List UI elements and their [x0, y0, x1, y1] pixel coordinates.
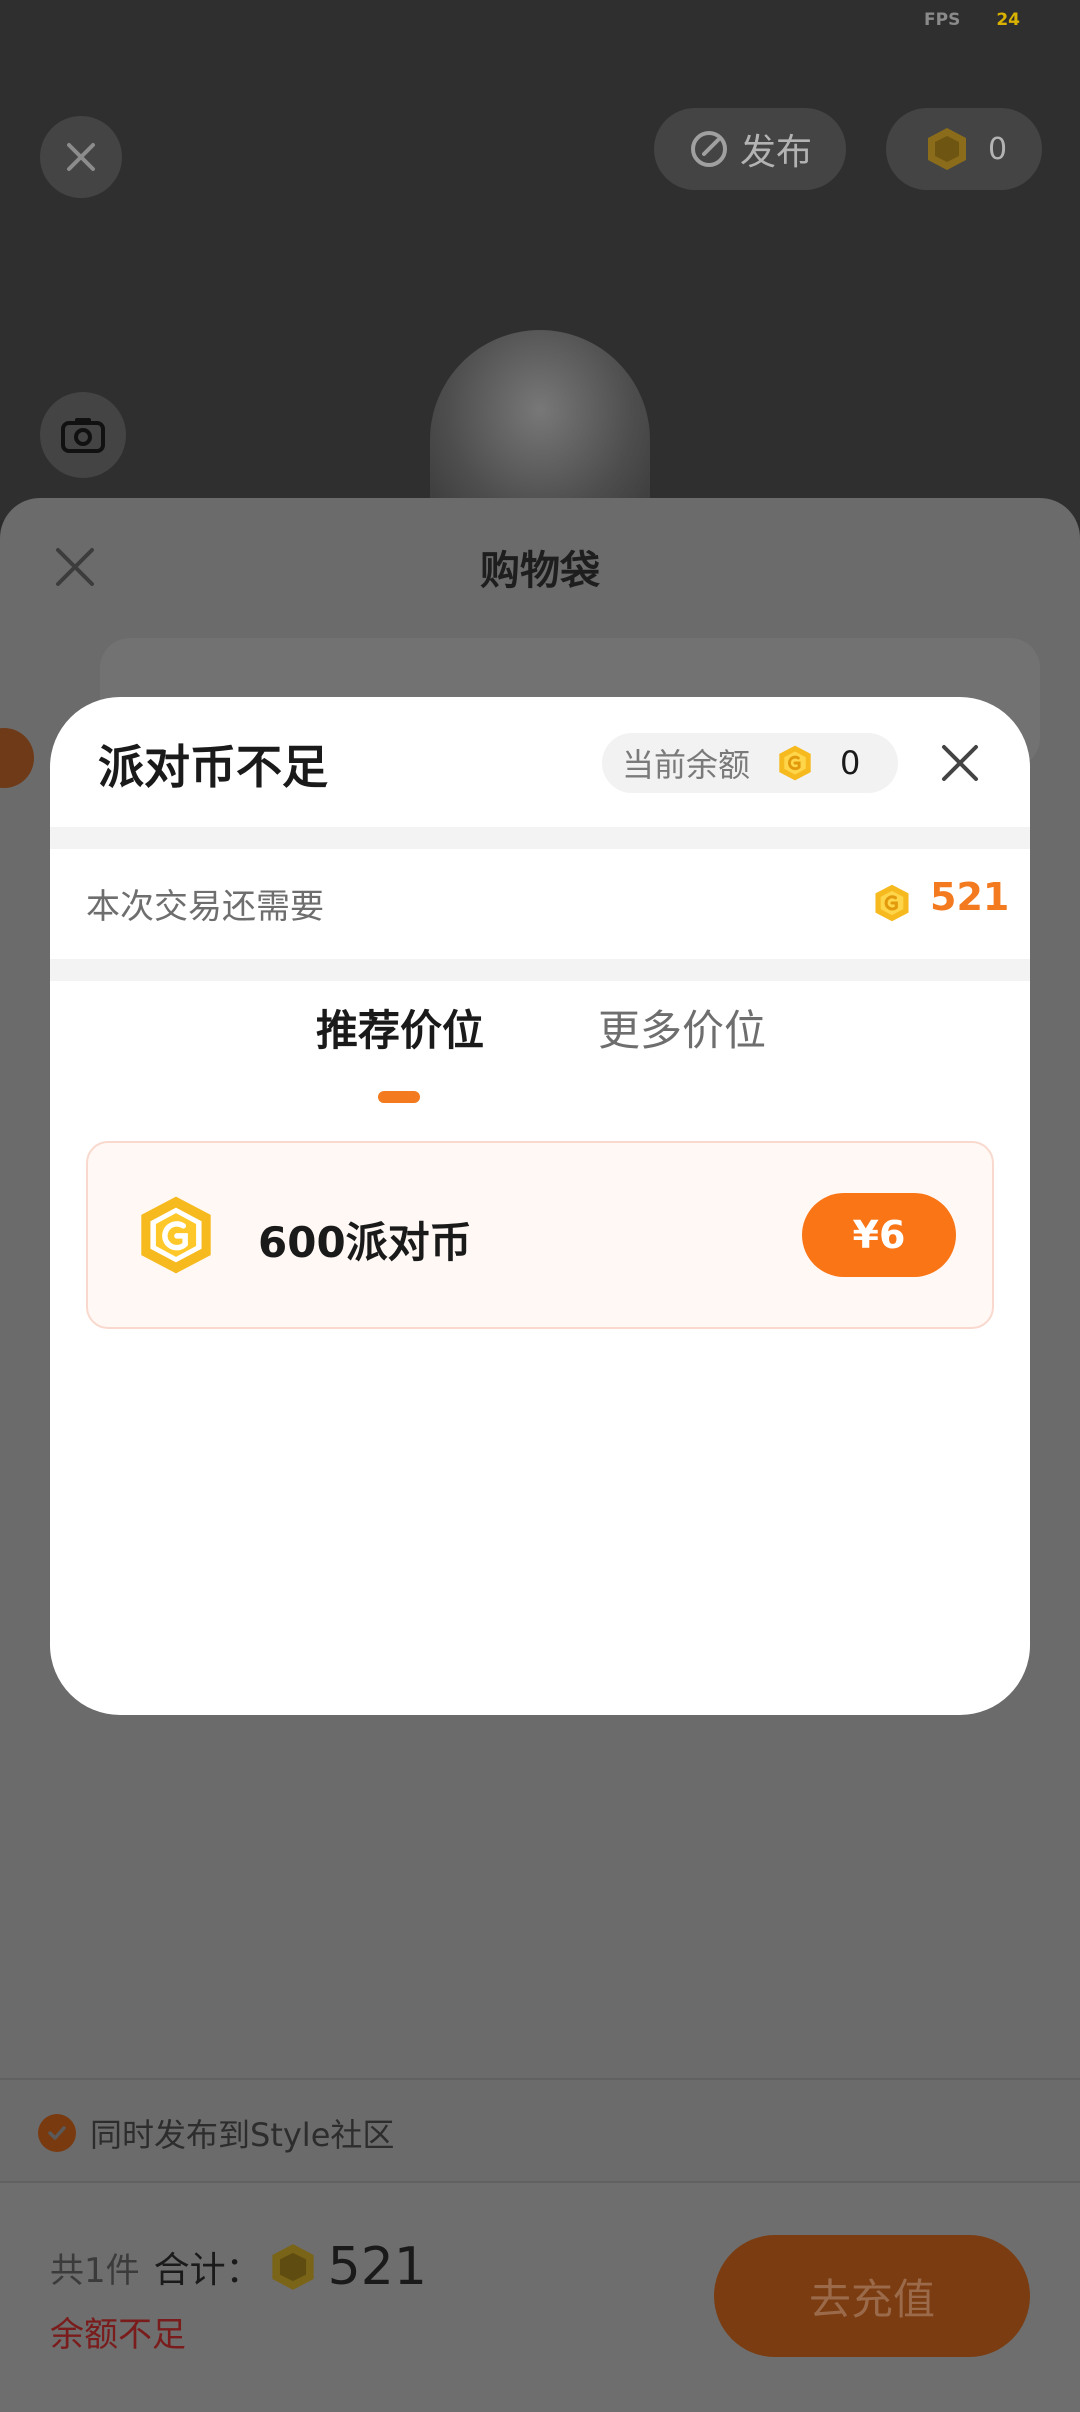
- divider: [50, 827, 1030, 849]
- coin-balance-button[interactable]: 0: [886, 108, 1042, 190]
- need-label: 本次交易还需要: [86, 887, 324, 927]
- recharge-button[interactable]: 去充值: [714, 2235, 1030, 2357]
- camera-scene: FPS 24 发布 0: [0, 0, 1080, 520]
- dialog-title: 派对币不足: [98, 740, 328, 794]
- fps-counter: FPS 24: [924, 10, 1020, 30]
- insufficient-label: 余额不足: [50, 2315, 186, 2355]
- insufficient-coins-dialog: 派对币不足 当前余额 0 本次交易还需要 521 推荐价位 更多价位 600派对…: [50, 697, 1030, 1715]
- checkout-bar: 共1件 合计： 521 余额不足 去充值: [0, 2183, 1080, 2412]
- sheet-title: 购物袋: [480, 548, 600, 594]
- coin-icon: [141, 1196, 211, 1274]
- avatar-figure: [430, 330, 650, 520]
- publish-button[interactable]: 发布: [654, 108, 846, 190]
- close-icon: [942, 745, 978, 781]
- fps-label: FPS: [924, 10, 961, 30]
- amount-needed-row: 本次交易还需要 521: [50, 849, 1030, 957]
- total-value: 521: [327, 2237, 427, 2297]
- total-label: 合计：: [153, 2250, 262, 2291]
- publish-label: 发布: [739, 132, 812, 173]
- coin-icon: [272, 2244, 314, 2290]
- package-price-button[interactable]: ¥6: [802, 1193, 956, 1277]
- coin-balance-value: 0: [988, 131, 1008, 167]
- tab-indicator: [378, 1091, 420, 1103]
- balance-label: 当前余额: [622, 746, 751, 784]
- coin-package-card[interactable]: 600派对币 ¥6: [86, 1141, 994, 1329]
- community-label: 同时发布到Style社区: [90, 2116, 395, 2154]
- package-label: 600派对币: [258, 1218, 472, 1267]
- check-icon[interactable]: [38, 2114, 76, 2152]
- scene-close-button[interactable]: [40, 116, 122, 198]
- order-summary: 共1件 合计： 521: [50, 2237, 427, 2297]
- coin-icon: [779, 745, 811, 781]
- close-icon: [67, 143, 95, 171]
- coin-icon: [928, 128, 966, 170]
- item-count: 共1件: [50, 2250, 140, 2291]
- need-value: 521: [930, 875, 1010, 919]
- tab-more-prices[interactable]: 更多价位: [598, 997, 766, 1058]
- community-option[interactable]: 同时发布到Style社区: [38, 2110, 394, 2156]
- divider: [50, 959, 1030, 981]
- dialog-close-button[interactable]: [936, 739, 984, 787]
- coin-icon: [875, 884, 909, 922]
- dialog-header: 派对币不足 当前余额 0: [50, 697, 1030, 827]
- camera-button[interactable]: [40, 392, 126, 478]
- camera-icon: [61, 418, 105, 453]
- publish-icon: [690, 131, 727, 167]
- price-tabs: 推荐价位 更多价位: [50, 997, 1030, 1107]
- item-badge: [0, 728, 34, 788]
- fps-value: 24: [996, 10, 1020, 30]
- current-balance: 当前余额 0: [602, 733, 898, 793]
- divider: [0, 2078, 1080, 2080]
- balance-value: 0: [840, 744, 861, 782]
- tab-recommended[interactable]: 推荐价位: [316, 997, 484, 1058]
